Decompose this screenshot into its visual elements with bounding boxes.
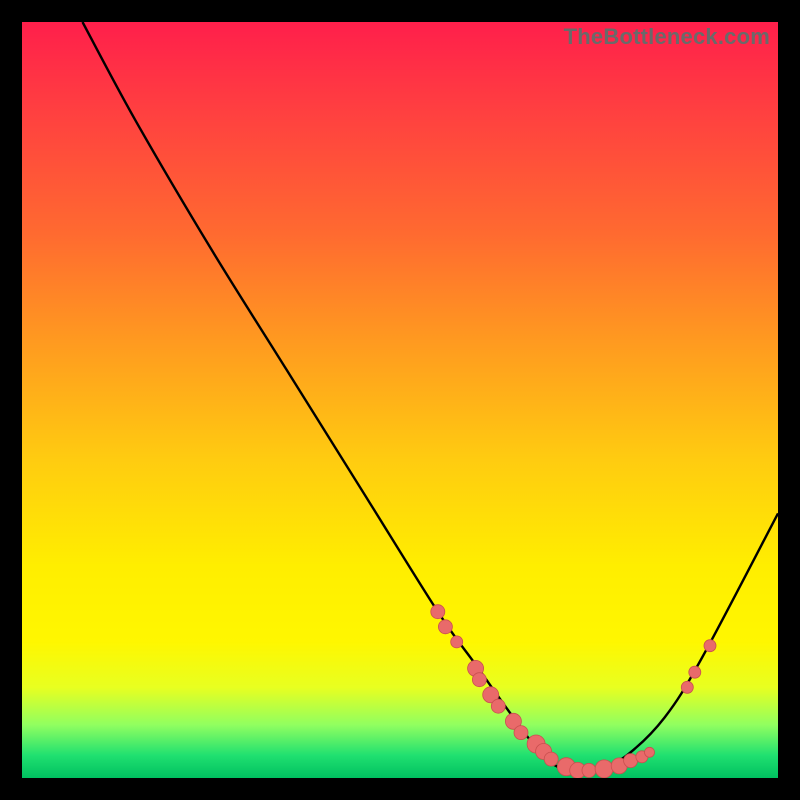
marker-dot	[514, 726, 528, 740]
marker-dot	[595, 760, 613, 778]
marker-dot	[536, 744, 552, 760]
marker-dot	[570, 762, 586, 778]
marker-dot	[681, 681, 693, 693]
marker-dots	[431, 605, 716, 778]
marker-dot	[438, 620, 452, 634]
marker-dot	[483, 687, 499, 703]
marker-dot	[636, 751, 648, 763]
marker-dot	[431, 605, 445, 619]
marker-dot	[689, 666, 701, 678]
marker-dot	[491, 699, 505, 713]
marker-dot	[557, 758, 575, 776]
marker-dot	[611, 758, 627, 774]
marker-dot	[582, 763, 596, 777]
marker-dot	[468, 660, 484, 676]
marker-dot	[624, 754, 638, 768]
plot-area: TheBottleneck.com	[22, 22, 778, 778]
marker-dot	[544, 752, 558, 766]
marker-dot	[645, 747, 655, 757]
marker-dot	[527, 735, 545, 753]
marker-dot	[472, 673, 486, 687]
chart-overlay-svg	[22, 22, 778, 778]
marker-dot	[704, 640, 716, 652]
chart-viewport: { "watermark": "TheBottleneck.com", "cha…	[0, 0, 800, 800]
marker-dot	[505, 713, 521, 729]
marker-dot	[451, 636, 463, 648]
bottleneck-curve	[83, 22, 779, 774]
watermark-text: TheBottleneck.com	[564, 24, 770, 50]
